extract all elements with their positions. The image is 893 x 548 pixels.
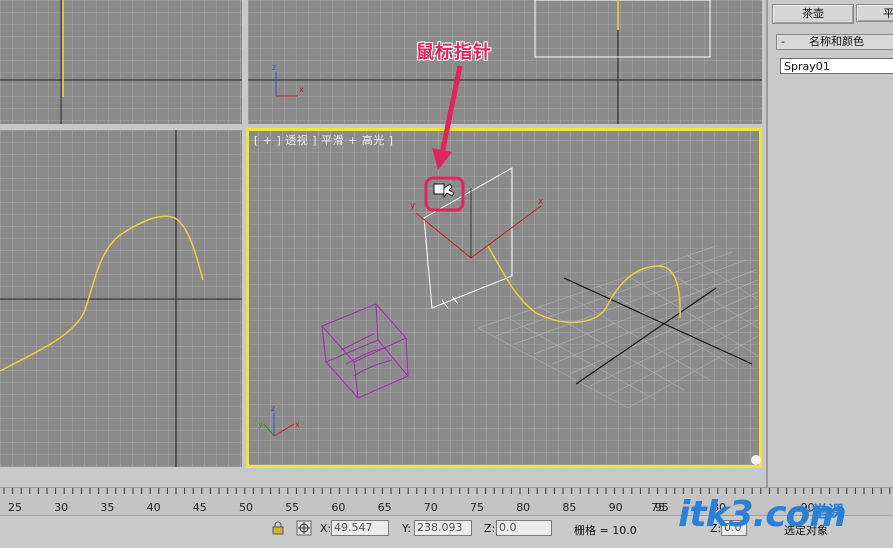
watermark-logo: itk3.com 一堂课 bbox=[678, 494, 847, 535]
rollout-collapse-icon[interactable]: - bbox=[781, 35, 785, 49]
timeline-tick-label: 40 bbox=[146, 501, 161, 514]
y-coordinate-field[interactable]: 238.093 bbox=[414, 520, 472, 536]
rollout-title: 名称和颜色 bbox=[809, 35, 864, 48]
timeline-tick-label: 25 bbox=[8, 501, 22, 514]
timeline-tick-label: 70 bbox=[423, 501, 438, 514]
svg-text:x: x bbox=[295, 420, 300, 429]
teapot-button[interactable]: 茶壶 bbox=[772, 4, 854, 24]
viewport-perspective[interactable]: y x z x y [ + ] 透视 ] 平滑 + 高光 ] bbox=[246, 128, 762, 468]
annotation-label: 鼠标指针 bbox=[416, 42, 492, 63]
x-coordinate-field[interactable]: 49.547 bbox=[331, 520, 389, 536]
svg-text:z: z bbox=[272, 63, 276, 72]
z-coordinate-field[interactable]: 0.0 bbox=[496, 520, 552, 536]
timeline-tick-label: 35 bbox=[100, 501, 115, 514]
timeline-tick-label: 55 bbox=[285, 501, 300, 514]
svg-text:x: x bbox=[538, 197, 544, 207]
y-label: Y: bbox=[402, 522, 411, 535]
viewport-top-front[interactable]: z x bbox=[248, 0, 762, 124]
timeline-tick-label: 90 bbox=[608, 501, 623, 514]
object-name-field[interactable]: Spray01 bbox=[780, 58, 893, 74]
svg-text:x: x bbox=[299, 85, 304, 94]
lock-icon[interactable] bbox=[272, 521, 284, 535]
svg-text:z: z bbox=[271, 404, 275, 413]
timeline-tick-label: 45 bbox=[192, 501, 207, 514]
timeline-tick-label: 65 bbox=[377, 501, 392, 514]
z-label: Z: bbox=[484, 522, 496, 535]
svg-text:y: y bbox=[410, 201, 416, 211]
name-and-color-rollout[interactable]: - 名称和颜色 bbox=[776, 34, 893, 50]
annotation-arrow bbox=[432, 65, 463, 170]
viewport-left-drawing bbox=[0, 130, 242, 467]
x-label: X: bbox=[320, 522, 332, 535]
viewport-label[interactable]: [ + ] 透视 ] 平滑 + 高光 ] bbox=[254, 132, 394, 148]
svg-text:y: y bbox=[258, 420, 263, 429]
timeline-tick-label: 60 bbox=[331, 501, 346, 514]
timeline-tick-label: 75 bbox=[651, 501, 665, 514]
timeline-tick-label: 50 bbox=[239, 501, 253, 514]
absolute-mode-icon[interactable] bbox=[296, 520, 312, 536]
timeline-tick-label: 80 bbox=[516, 501, 531, 514]
viewport-top-left[interactable] bbox=[0, 0, 242, 124]
viewport-perspective-drawing: y x z x y bbox=[258, 167, 761, 465]
command-panel: 茶壶 平 - 名称和颜色 Spray01 bbox=[766, 0, 893, 487]
viewport-top-left-drawing bbox=[0, 0, 242, 124]
timeline-tick-label: 75 bbox=[470, 501, 484, 514]
timeline-tick-label: 30 bbox=[54, 501, 69, 514]
timeline-tick-label: 85 bbox=[562, 501, 577, 514]
grid-size-label: 栅格 = 10.0 bbox=[574, 524, 637, 537]
plane-button[interactable]: 平 bbox=[856, 4, 893, 22]
viewport-left[interactable] bbox=[0, 130, 242, 467]
watermark-sub: 一堂课 bbox=[796, 502, 845, 521]
viewport-top-front-drawing: z x bbox=[248, 0, 762, 124]
